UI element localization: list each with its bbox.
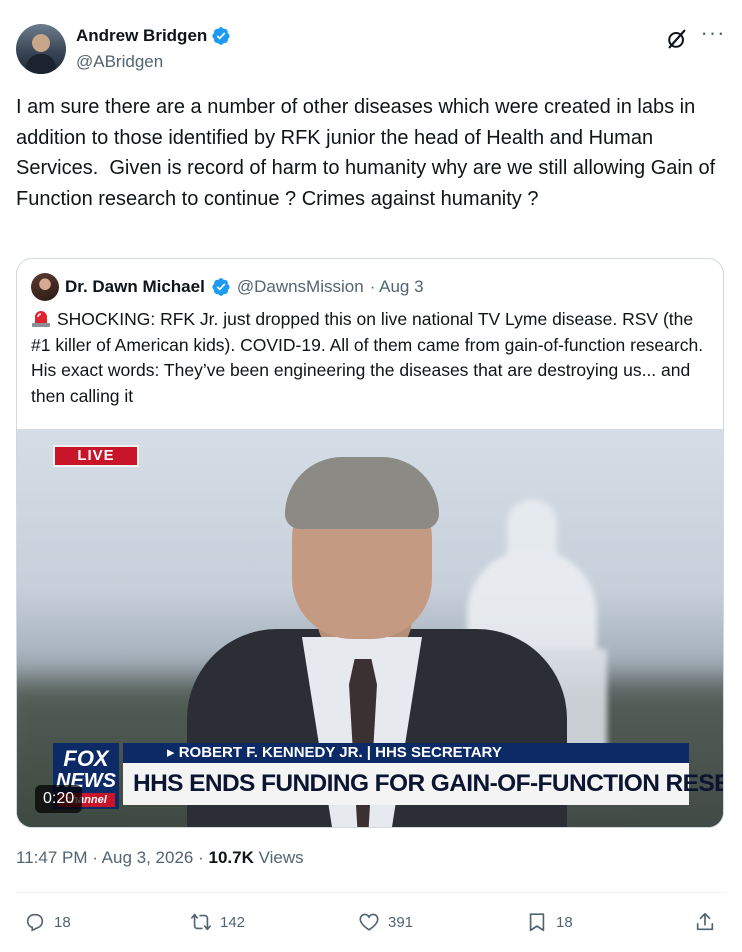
post: Andrew Bridgen @ABridgen ··· I am sure t…: [0, 0, 742, 952]
speaker-hair: [285, 457, 439, 529]
like-button[interactable]: 391: [358, 908, 413, 936]
quoted-post-header: Dr. Dawn Michael @DawnsMission · Aug 3: [31, 273, 424, 301]
video-duration: 0:20: [35, 785, 83, 813]
logo-line-fox: FOX: [63, 746, 109, 771]
bookmark-count: 18: [556, 913, 573, 931]
quoted-post[interactable]: Dr. Dawn Michael @DawnsMission · Aug 3 S…: [16, 258, 724, 828]
like-count: 391: [388, 913, 414, 931]
repost-icon: [191, 913, 211, 931]
bookmark-button[interactable]: 18: [526, 908, 573, 936]
author-name-row[interactable]: Andrew Bridgen: [76, 26, 231, 46]
verified-badge-icon: [212, 27, 230, 45]
lower-third-headline: HHS ENDS FUNDING FOR GAIN-OF-FUNCTION RE…: [123, 763, 723, 805]
post-timestamp[interactable]: 11:47 PM · Aug 3, 2026 ·: [16, 848, 208, 867]
share-icon: [696, 912, 714, 931]
avatar[interactable]: [16, 24, 66, 74]
lower-third-nameplate: ▸ ROBERT F. KENNEDY JR. | HHS SECRETARY: [123, 743, 689, 763]
heart-icon: [359, 913, 379, 931]
video-player[interactable]: LIVE FOX NEWS channel ▸ ROBERT F. KENNED…: [17, 429, 723, 827]
author-handle[interactable]: @ABridgen: [76, 52, 163, 72]
quoted-text: SHOCKING: RFK Jr. just dropped this on l…: [31, 309, 704, 406]
repost-button[interactable]: 142: [190, 908, 245, 936]
siren-emoji-icon: [32, 311, 50, 327]
quoted-date[interactable]: · Aug 3: [370, 277, 424, 297]
quoted-avatar[interactable]: [31, 273, 59, 301]
quoted-text-block: SHOCKING: RFK Jr. just dropped this on l…: [31, 307, 711, 409]
verified-badge-icon: [212, 278, 230, 296]
bookmark-icon: [529, 913, 545, 932]
share-button[interactable]: [694, 908, 716, 936]
post-text: I am sure there are a number of other di…: [16, 96, 721, 210]
post-meta: 11:47 PM · Aug 3, 2026 · 10.7K Views: [16, 848, 304, 868]
repost-count: 142: [220, 913, 246, 931]
quoted-display-name[interactable]: Dr. Dawn Michael: [65, 277, 205, 297]
author-display-name[interactable]: Andrew Bridgen: [76, 26, 207, 46]
reply-icon: [26, 913, 44, 932]
divider: [16, 892, 726, 893]
views-label: Views: [253, 848, 304, 867]
reply-button[interactable]: 18: [24, 908, 71, 936]
quoted-handle[interactable]: @DawnsMission: [237, 277, 364, 297]
reply-count: 18: [54, 913, 71, 931]
more-icon[interactable]: ···: [700, 22, 726, 48]
news-lower-third: FOX NEWS channel ▸ ROBERT F. KENNEDY JR.…: [53, 743, 723, 809]
grok-icon[interactable]: [666, 28, 688, 50]
live-badge: LIVE: [53, 445, 139, 467]
views-count: 10.7K: [208, 848, 254, 867]
